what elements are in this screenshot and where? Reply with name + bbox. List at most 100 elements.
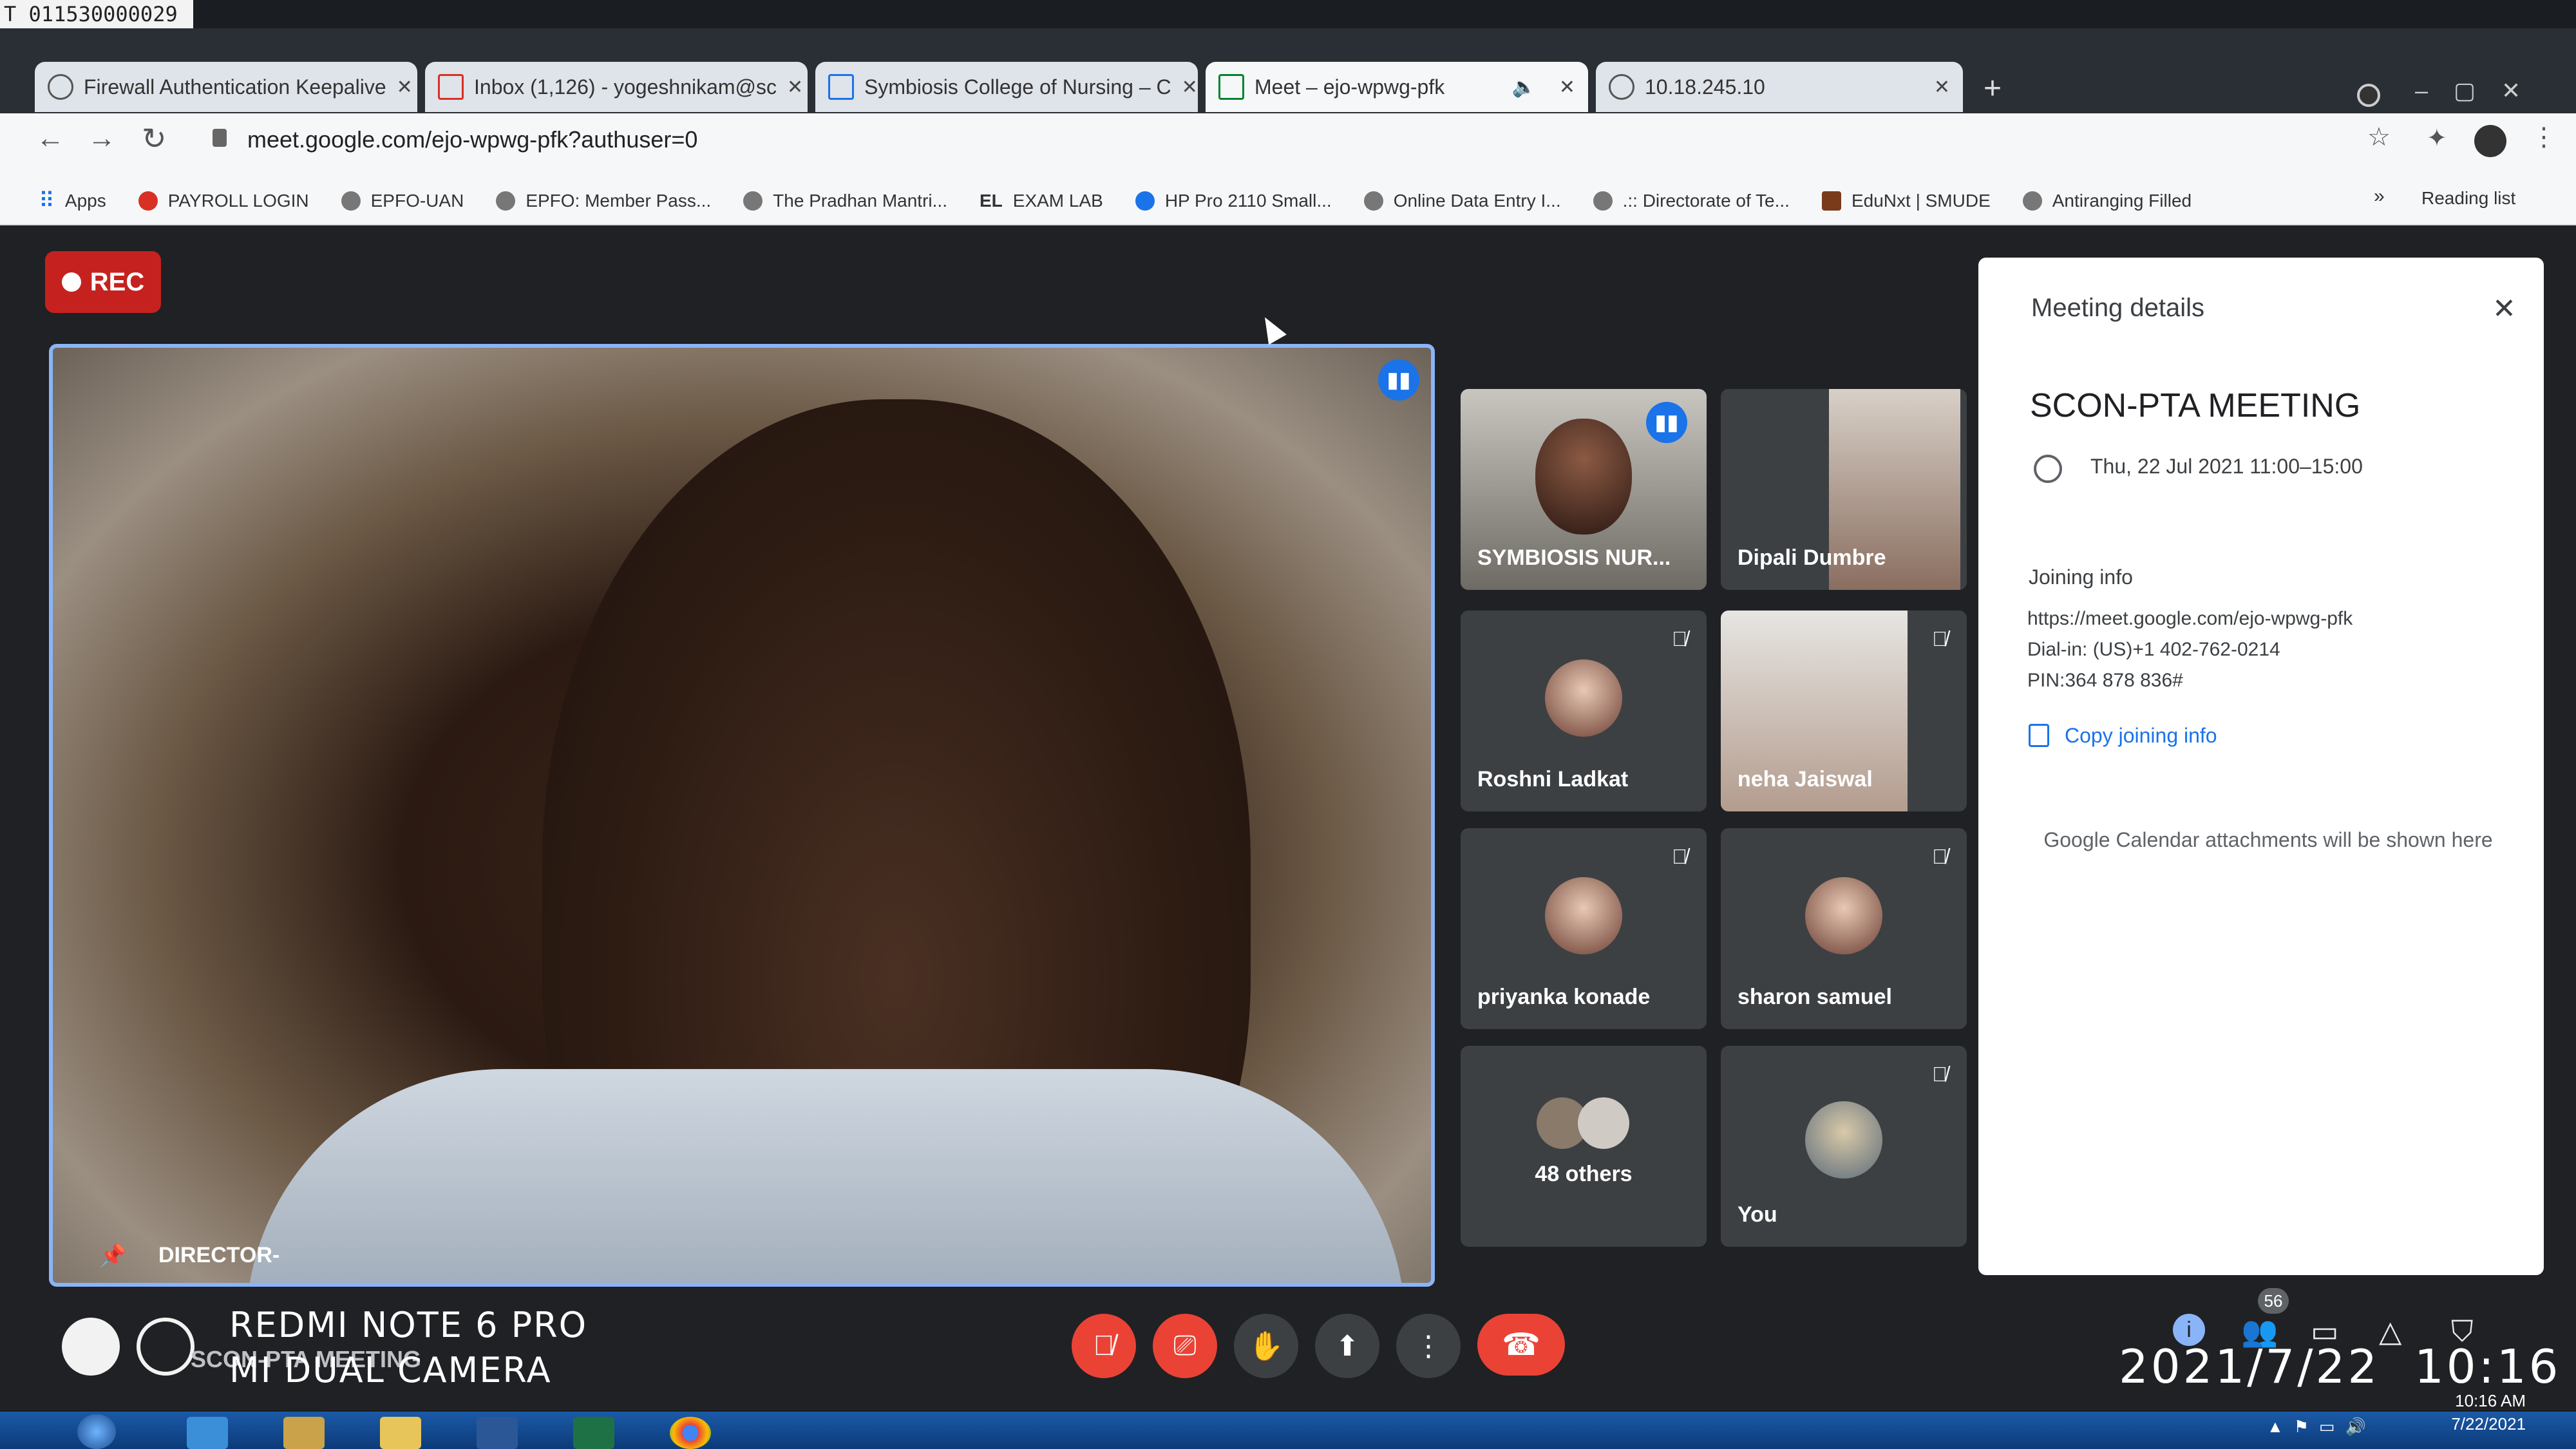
reading-list-button[interactable]: Reading list [2421, 188, 2515, 209]
globe-icon [743, 191, 763, 211]
globe-icon [1609, 74, 1634, 100]
star-icon[interactable]: ☆ [2367, 122, 2391, 152]
leave-call-button[interactable]: ☎ [1477, 1314, 1565, 1376]
camera-watermark-line2: MI DUAL CAMERA [229, 1350, 552, 1390]
folder-icon[interactable] [380, 1417, 421, 1449]
participant-tile-dipali[interactable]: Dipali Dumbre [1721, 389, 1967, 590]
pin: PIN:364 878 836# [2027, 670, 2183, 691]
bookmark-exam-lab[interactable]: EL EXAM LAB [980, 191, 1103, 211]
present-button[interactable]: ⬆ [1315, 1314, 1379, 1378]
globe-icon [48, 74, 73, 100]
close-icon[interactable]: ✕ [397, 76, 413, 99]
copy-joining-info-button[interactable]: Copy joining info [2065, 724, 2217, 748]
forward-icon[interactable]: → [88, 122, 116, 155]
bookmark-payroll[interactable]: PAYROLL LOGIN [138, 191, 309, 211]
pin-icon[interactable]: 📌 [99, 1243, 126, 1269]
bookmarks-overflow-icon[interactable]: » [2374, 185, 2385, 207]
avatar [1545, 659, 1622, 737]
taskbar-clock-time: 10:16 AM [2455, 1391, 2526, 1410]
participant-tile-roshni[interactable]: 🎙̸ Roshni Ladkat [1461, 611, 1707, 811]
bookmark-epfo-uan[interactable]: EPFO-UAN [341, 191, 464, 211]
avatar[interactable] [2474, 125, 2506, 157]
excel-icon[interactable] [573, 1417, 614, 1449]
profile-icon[interactable] [2357, 84, 2380, 107]
extensions-icon[interactable]: ✦ [2427, 124, 2447, 153]
avatar [1805, 877, 1882, 954]
back-icon[interactable]: ← [36, 122, 64, 155]
chrome-icon[interactable] [670, 1417, 711, 1449]
speaker-icon: 🔈 [1511, 76, 1536, 98]
participant-tile-others[interactable]: 48 others [1461, 1046, 1707, 1247]
record-icon [61, 272, 81, 292]
photo-timestamp: 2021/7/22 10:16 [2119, 1340, 2561, 1394]
word-icon[interactable] [477, 1417, 518, 1449]
meeting-datetime: Thu, 22 Jul 2021 11:00–15:00 [2090, 455, 2363, 478]
bookmark-epfo-member[interactable]: EPFO: Member Pass... [496, 191, 711, 211]
participant-tile-symbiosis[interactable]: ▮▮ SYMBIOSIS NUR... [1461, 389, 1707, 590]
recording-badge: REC [45, 251, 161, 313]
others-count: 48 others [1535, 1162, 1633, 1186]
bookmark-antiranging[interactable]: Antiranging Filled [2022, 191, 2192, 211]
window-controls[interactable]: –▢✕ [2415, 77, 2546, 104]
bookmark-pradhan[interactable]: The Pradhan Mantri... [743, 191, 947, 211]
mic-off-icon: 🎙̸ [1932, 627, 1947, 650]
corner-label: T 011530000029 [0, 0, 193, 28]
hp-icon [1135, 191, 1155, 211]
participant-tile-neha[interactable]: 🎙̸ neha Jaiswal [1721, 611, 1967, 811]
globe-icon [1363, 191, 1383, 211]
speaker-shirt [246, 1069, 1405, 1283]
clock-icon [2034, 455, 2062, 483]
avatar [1805, 1101, 1882, 1179]
address-bar[interactable]: meet.google.com/ejo-wpwg-pfk?authuser=0 [247, 126, 697, 153]
close-icon[interactable]: ✕ [1182, 76, 1198, 99]
participant-tile-sharon[interactable]: 🎙̸ sharon samuel [1721, 828, 1967, 1029]
participant-tile-you[interactable]: 🎙̸ You [1721, 1046, 1967, 1247]
people-count-badge: 56 [2258, 1288, 2289, 1314]
tab-inbox[interactable]: Inbox (1,126) - yogeshnikam@sc ✕ [425, 62, 808, 112]
more-options-button[interactable]: ⋮ [1396, 1314, 1461, 1378]
mic-off-button[interactable]: 🎙̸ [1072, 1314, 1136, 1378]
ie-icon[interactable] [187, 1417, 228, 1449]
tab-ip[interactable]: 10.18.245.10 ✕ [1596, 62, 1963, 112]
meet-icon [1218, 74, 1244, 100]
close-icon[interactable]: ✕ [2492, 292, 2516, 325]
camera-off-button[interactable]: ⎚ [1153, 1314, 1217, 1378]
bookmark-directorate[interactable]: .:: Directorate of Te... [1593, 191, 1790, 211]
tab-symbiosis[interactable]: Symbiosis College of Nursing – C ✕ [815, 62, 1198, 112]
taskbar-clock-date: 7/22/2021 [2451, 1414, 2526, 1434]
mic-off-icon: 🎙̸ [1932, 845, 1947, 868]
globe-icon [341, 191, 361, 211]
bookmark-apps[interactable]: ⠿ Apps [39, 188, 106, 214]
bookmark-edunxt[interactable]: EduNxt | SMUDE [1821, 191, 1991, 211]
calendar-icon [828, 74, 854, 100]
mic-off-icon: 🎙̸ [1672, 627, 1687, 650]
new-tab-button[interactable]: + [1984, 71, 2002, 106]
tray-icons[interactable]: ▲⚑▭🔊 [2267, 1417, 2376, 1437]
avatar [1545, 877, 1622, 954]
attachments-note: Google Calendar attachments will be show… [2043, 828, 2493, 851]
close-icon[interactable]: ✕ [787, 76, 803, 99]
dial-in: Dial-in: (US)+1 402-762-0214 [2027, 639, 2280, 660]
explorer-icon[interactable] [283, 1417, 325, 1449]
main-speaker-video[interactable]: ▮▮ 📌 DIRECTOR- [49, 344, 1435, 1287]
tab-firewall[interactable]: Firewall Authentication Keepalive ✕ [35, 62, 417, 112]
close-icon[interactable]: ✕ [1559, 76, 1575, 99]
meeting-link[interactable]: https://meet.google.com/ejo-wpwg-pfk [2027, 608, 2353, 630]
raise-hand-button[interactable]: ✋ [1234, 1314, 1298, 1378]
speaking-indicator-icon: ▮▮ [1646, 402, 1687, 443]
start-icon[interactable] [77, 1414, 116, 1449]
bookmark-hp[interactable]: HP Pro 2110 Small... [1135, 191, 1332, 211]
camera-dot-icon [62, 1318, 120, 1376]
close-icon[interactable]: ✕ [1934, 76, 1950, 99]
reload-icon[interactable]: ↻ [142, 121, 167, 156]
speaking-indicator-icon: ▮▮ [1378, 359, 1419, 401]
camera-ring-icon [137, 1318, 194, 1376]
mic-off-icon: 🎙̸ [1672, 845, 1687, 868]
mic-off-icon: 🎙̸ [1932, 1063, 1947, 1086]
tab-meet[interactable]: Meet – ejo-wpwg-pfk 🔈 ✕ [1206, 62, 1588, 112]
globe-icon [2022, 191, 2042, 211]
participant-tile-priyanka[interactable]: 🎙̸ priyanka konade [1461, 828, 1707, 1029]
el-icon: EL [979, 191, 1003, 211]
bookmark-online-data[interactable]: Online Data Entry I... [1363, 191, 1561, 211]
menu-icon[interactable]: ⋮ [2531, 122, 2557, 152]
